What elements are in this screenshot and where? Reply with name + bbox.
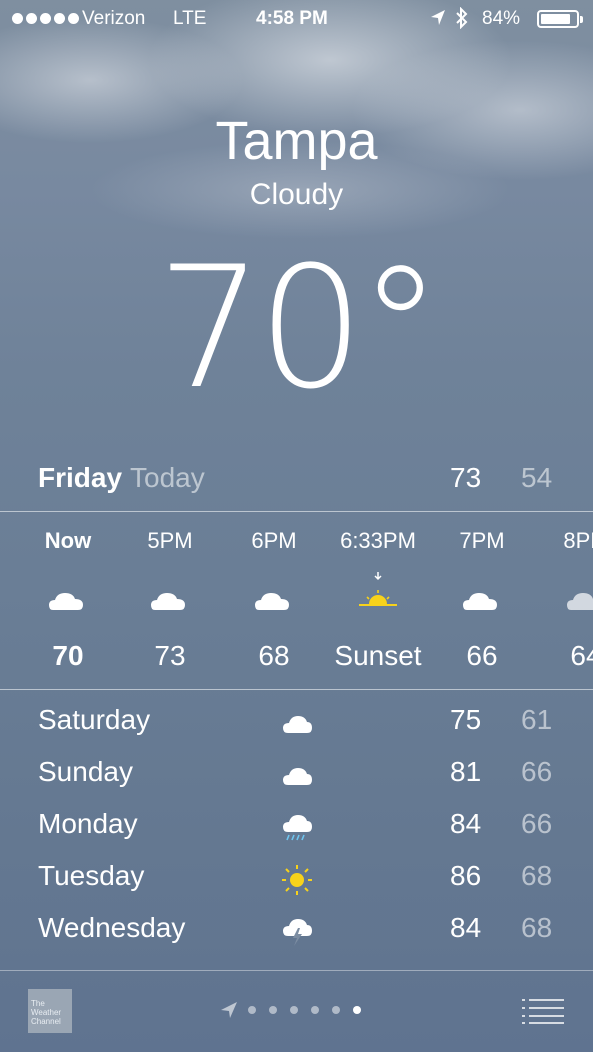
page-indicator[interactable] [220, 1001, 361, 1019]
hour-temp: 68 [258, 640, 290, 671]
day-name: Tuesday [38, 860, 145, 891]
current-temperature: 70° [156, 230, 443, 426]
sunset-icon [359, 572, 397, 606]
weather-channel-logo[interactable]: The Weather Channel [28, 989, 72, 1033]
daily-row: Wednesday 84 68 [0, 904, 593, 956]
page-dot[interactable] [353, 1006, 361, 1014]
hour-label: 5PM [147, 528, 193, 553]
day-name: Monday [38, 808, 138, 839]
day-low: 66 [521, 808, 553, 839]
city-name: Tampa [215, 111, 378, 171]
battery-icon [537, 10, 583, 28]
cloud-icon [255, 593, 289, 610]
day-high: 75 [450, 704, 482, 735]
today-low: 54 [521, 462, 553, 493]
page-dot[interactable] [248, 1006, 256, 1014]
hour-temp: 73 [154, 640, 186, 671]
city-list-icon[interactable] [522, 998, 564, 1024]
today-high: 73 [450, 462, 482, 493]
hour-label: 8PM [563, 528, 593, 553]
cloud-icon [567, 593, 593, 610]
day-high: 84 [450, 912, 482, 943]
status-bar: Verizon LTE 4:58 PM 84% [0, 0, 593, 40]
day-name: Saturday [38, 704, 151, 735]
day-high: 86 [450, 860, 482, 891]
hour-label: 6:33PM [340, 528, 416, 553]
location-arrow-icon [221, 1002, 237, 1018]
bottom-toolbar: The Weather Channel [0, 971, 593, 1052]
day-low: 66 [521, 756, 553, 787]
hour-temp: 66 [466, 640, 498, 671]
battery-percentage: 84% [482, 8, 521, 29]
rain-icon [283, 815, 312, 841]
divider [0, 689, 593, 690]
hourly-forecast[interactable]: Now 70 5PM 73 6PM 68 6:33PM Sunset 7PM 6… [0, 512, 593, 689]
current-condition: Cloudy [249, 178, 344, 211]
page-dot[interactable] [290, 1006, 298, 1014]
page-dot[interactable] [311, 1006, 319, 1014]
day-name: Wednesday [38, 912, 186, 943]
hour-label: 6PM [251, 528, 297, 553]
network-type: LTE [173, 8, 207, 29]
location-arrow-icon [431, 10, 445, 25]
page-dot[interactable] [332, 1006, 340, 1014]
weather-channel-logo-text: The Weather Channel [31, 999, 62, 1026]
today-day: Friday [38, 462, 123, 493]
bluetooth-icon [456, 7, 468, 29]
hour-label: Now [44, 528, 92, 553]
signal-strength-icon [12, 13, 79, 24]
today-label: Today [130, 462, 205, 493]
hour-temp: 64 [570, 640, 593, 671]
day-low: 68 [521, 912, 553, 943]
page-dots [248, 1006, 361, 1014]
page-dot[interactable] [269, 1006, 277, 1014]
today-summary: Friday Today [38, 462, 205, 494]
day-high: 84 [450, 808, 482, 839]
hour-temp: 70 [52, 640, 84, 671]
cloud-icon [151, 593, 185, 610]
day-name: Sunday [38, 756, 133, 787]
cloud-icon [49, 593, 83, 610]
thunderstorm-icon [283, 919, 312, 946]
clock: 4:58 PM [256, 8, 328, 29]
carrier-label: Verizon [82, 8, 146, 29]
day-low: 61 [521, 704, 553, 735]
current-temperature-wrap: 70° [0, 230, 593, 426]
cloud-icon [283, 716, 312, 733]
cloud-icon [283, 768, 312, 785]
daily-row: Monday 84 66 [0, 800, 593, 852]
sun-icon [282, 865, 312, 895]
day-low: 68 [521, 860, 553, 891]
hour-label: 7PM [459, 528, 505, 553]
cloud-icon [463, 593, 497, 610]
daily-row: Sunday 81 66 [0, 748, 593, 800]
day-high: 81 [450, 756, 482, 787]
daily-row: Saturday 75 61 [0, 696, 593, 748]
daily-row: Tuesday 86 68 [0, 852, 593, 904]
hour-temp: Sunset [334, 640, 422, 671]
